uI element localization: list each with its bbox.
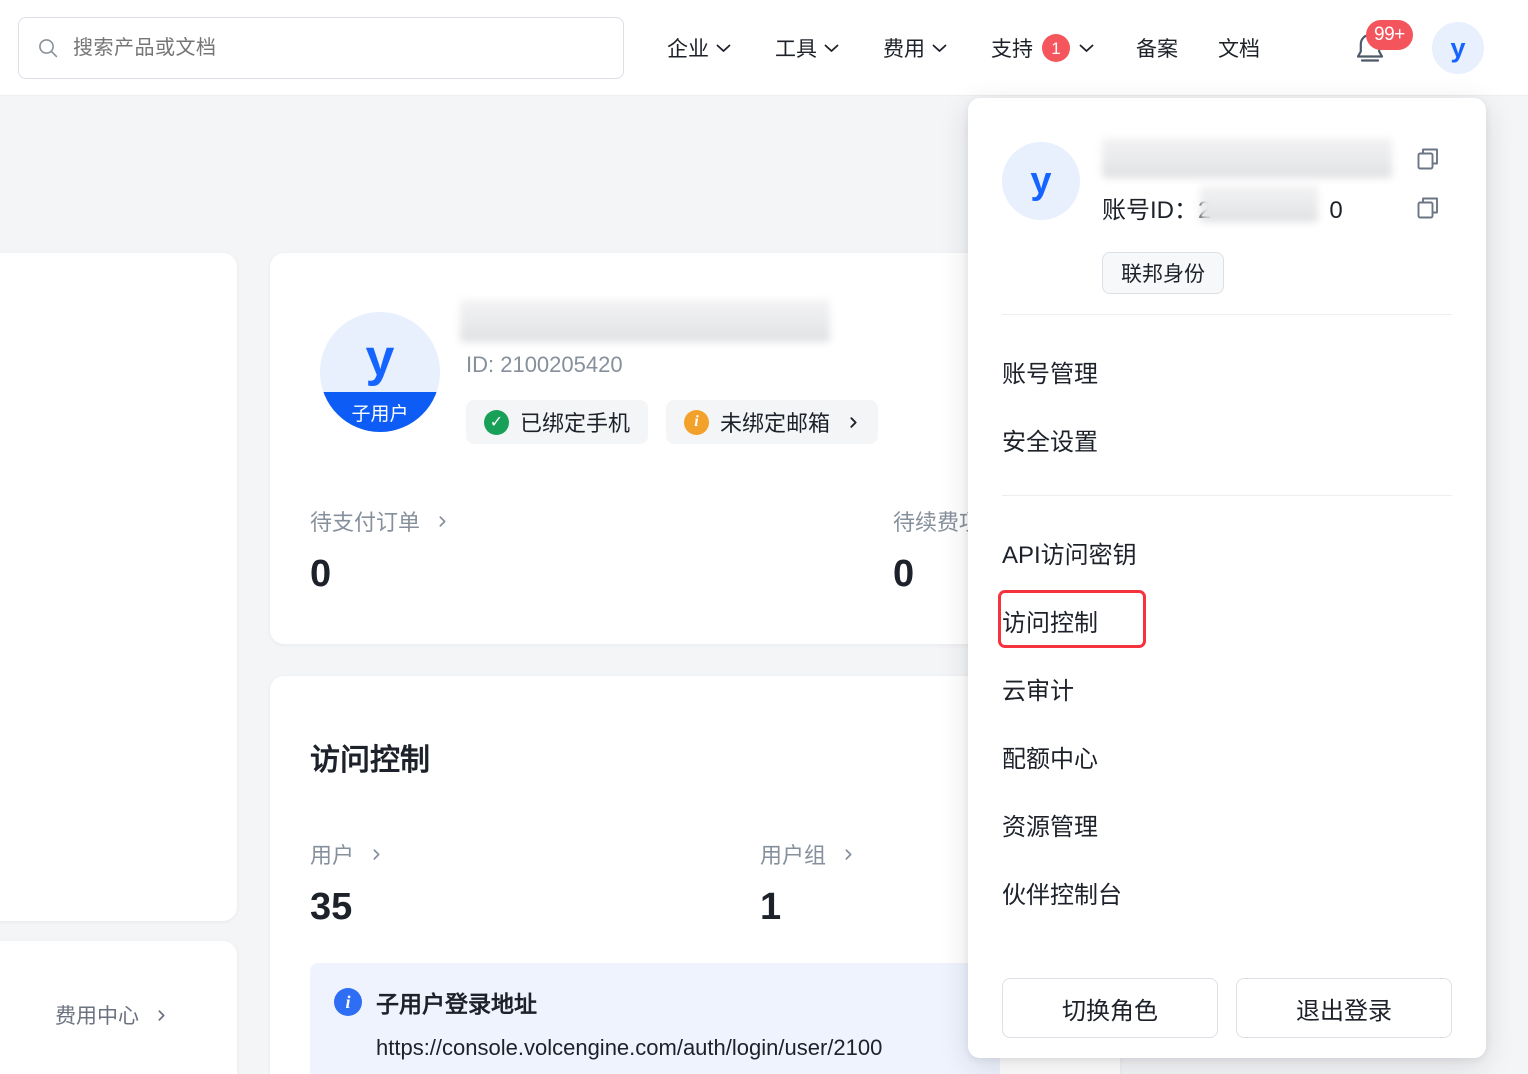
profile-status-chips: ✓ 已绑定手机 i 未绑定邮箱 <box>466 400 879 444</box>
menu-item-label: 伙伴控制台 <box>1002 881 1122 909</box>
dropdown-account-id-redacted <box>1200 186 1318 222</box>
chevron-right-icon <box>158 1009 165 1021</box>
search-icon <box>39 39 58 58</box>
nav-label: 费用 <box>883 38 925 61</box>
dropdown-group-services: API访问密钥 访问控制 云审计 配额中心 资源管理 伙伴控制台 <box>968 496 1486 948</box>
menu-item-resource-management[interactable]: 资源管理 <box>968 790 1486 858</box>
fee-center-link[interactable]: 费用中心 <box>55 1000 168 1030</box>
stat-user-groups: 用户组 1 <box>760 838 855 929</box>
stat-users-label: 用户 <box>310 843 355 868</box>
menu-item-partner-console[interactable]: 伙伴控制台 <box>968 858 1486 926</box>
menu-item-label: 账号管理 <box>1002 360 1098 388</box>
subuser-login-notice: i 子用户登录地址 https://console.volcengine.com… <box>310 963 1000 1074</box>
check-circle-icon: ✓ <box>484 409 509 435</box>
notice-url[interactable]: https://console.volcengine.com/auth/logi… <box>376 1035 976 1061</box>
dropdown-avatar: y <box>1002 142 1080 220</box>
stat-pending-orders-label: 待支付订单 <box>310 510 421 535</box>
user-avatar-button[interactable]: y <box>1432 22 1484 74</box>
nav-item-icp-filing[interactable]: 备案 <box>1116 0 1198 96</box>
notification-bell[interactable]: 99+ <box>1348 20 1413 70</box>
app-root: 费用中心 y 子用户 ID: 2100205420 ✓ 已绑定手机 i 未绑定邮… <box>0 0 1528 1074</box>
chevron-down-icon <box>1079 44 1094 52</box>
chevron-right-icon <box>439 515 446 527</box>
stat-users-value: 35 <box>310 886 353 928</box>
left-card-top <box>0 253 237 921</box>
menu-item-label: 配额中心 <box>1002 745 1098 773</box>
chip-email-unbound[interactable]: i 未绑定邮箱 <box>666 400 879 444</box>
profile-id: ID: 2100205420 <box>466 352 623 377</box>
access-control-title: 访问控制 <box>310 744 430 777</box>
chevron-down-icon <box>824 44 839 52</box>
nav-item-enterprise[interactable]: 企业 <box>645 0 753 96</box>
nav-item-docs[interactable]: 文档 <box>1198 0 1280 96</box>
nav-item-support[interactable]: 支持 1 <box>969 0 1116 96</box>
stat-user-groups-value: 1 <box>760 886 782 928</box>
stat-user-groups-link[interactable]: 用户组 <box>760 838 855 870</box>
chevron-down-icon <box>932 44 947 52</box>
nav-label: 支持 <box>991 38 1033 61</box>
access-control-stats-row: 用户 35 用户组 1 <box>310 838 1010 929</box>
nav-label: 备案 <box>1136 38 1178 61</box>
menu-item-quota-center[interactable]: 配额中心 <box>968 722 1486 790</box>
stat-users: 用户 35 <box>310 838 760 929</box>
stat-pending-orders-value: 0 <box>310 553 332 595</box>
dropdown-account-name-redacted <box>1102 138 1392 178</box>
stat-pending-orders-link[interactable]: 待支付订单 <box>310 505 449 537</box>
account-id-tail: 0 <box>1329 197 1343 224</box>
profile-name-redacted <box>460 300 830 342</box>
account-id-label: 账号ID：2 <box>1102 197 1212 224</box>
profile-avatar: y 子用户 <box>320 312 440 432</box>
dropdown-actions: 切换角色 退出登录 <box>968 978 1486 1038</box>
dropdown-group-account: 账号管理 安全设置 <box>968 315 1486 495</box>
federated-identity-tag[interactable]: 联邦身份 <box>1102 252 1224 294</box>
menu-item-label: 安全设置 <box>1002 428 1098 456</box>
nav-item-tools[interactable]: 工具 <box>753 0 861 96</box>
chip-email-label: 未绑定邮箱 <box>720 411 831 436</box>
menu-item-label: 云审计 <box>1002 677 1074 705</box>
avatar-subuser-tag: 子用户 <box>320 392 440 432</box>
top-navigation-bar: 企业 工具 费用 支持 1 <box>0 0 1528 96</box>
search-box[interactable] <box>18 17 624 79</box>
menu-item-label: 资源管理 <box>1002 813 1098 841</box>
switch-role-button[interactable]: 切换角色 <box>1002 978 1218 1038</box>
notice-title: 子用户登录地址 <box>376 991 537 1017</box>
copy-icon[interactable] <box>1416 146 1442 172</box>
chevron-right-icon <box>850 416 857 428</box>
menu-item-api-access-key[interactable]: API访问密钥 <box>968 518 1486 586</box>
chevron-right-icon <box>845 848 852 860</box>
chevron-right-icon <box>373 848 380 860</box>
nav-label: 文档 <box>1218 38 1260 61</box>
user-account-dropdown: y 账号ID：2 0 联邦身份 账号管理 安全设置 API访问密钥 访问控制 云… <box>968 98 1486 1058</box>
menu-item-cloud-audit[interactable]: 云审计 <box>968 654 1486 722</box>
chevron-down-icon <box>716 44 731 52</box>
stat-pending-orders: 待支付订单 0 <box>310 505 449 596</box>
notice-header: i 子用户登录地址 <box>334 985 976 1019</box>
search-input[interactable] <box>73 36 605 60</box>
nav-label: 工具 <box>775 38 817 61</box>
chip-phone-bound[interactable]: ✓ 已绑定手机 <box>466 400 649 444</box>
info-circle-icon: i <box>334 988 362 1016</box>
fee-center-label: 费用中心 <box>55 1005 139 1028</box>
nav-item-billing[interactable]: 费用 <box>861 0 969 96</box>
chip-phone-label: 已绑定手机 <box>520 411 631 436</box>
copy-icon[interactable] <box>1416 195 1442 221</box>
menu-item-label: API访问密钥 <box>1002 541 1137 569</box>
nav-menu: 企业 工具 费用 支持 1 备案 文档 <box>645 0 1280 96</box>
stat-user-groups-label: 用户组 <box>760 843 827 868</box>
logout-button[interactable]: 退出登录 <box>1236 978 1452 1038</box>
dropdown-header: y 账号ID：2 0 联邦身份 <box>968 98 1486 314</box>
support-badge: 1 <box>1042 34 1070 62</box>
menu-item-account-management[interactable]: 账号管理 <box>968 337 1486 405</box>
avatar-letter: y <box>365 329 395 387</box>
menu-item-access-control[interactable]: 访问控制 <box>968 586 1486 654</box>
stat-users-link[interactable]: 用户 <box>310 838 760 870</box>
info-circle-icon: i <box>684 409 710 435</box>
nav-label: 企业 <box>667 38 709 61</box>
menu-item-security-settings[interactable]: 安全设置 <box>968 405 1486 473</box>
profile-stats-row: 待支付订单 0 待续费项 0 <box>310 505 1010 596</box>
notification-count-badge: 99+ <box>1366 20 1413 50</box>
menu-item-label: 访问控制 <box>1002 609 1098 637</box>
